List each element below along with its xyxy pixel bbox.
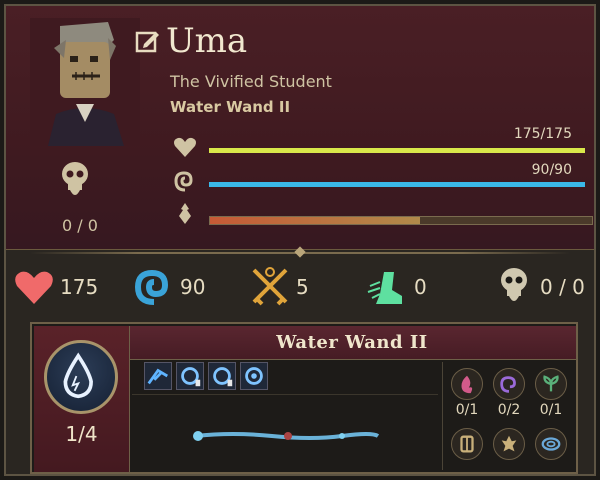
health-value: 175/175 xyxy=(513,126,572,142)
stat-attack: 5 xyxy=(248,266,309,308)
stat-attack-value: 5 xyxy=(296,275,309,299)
character-header: Uma The Vivified Student Water Wand II 1… xyxy=(6,6,594,250)
modifier-grid: 0/1 0/2 0/1 xyxy=(442,362,572,470)
modifier-slot-6[interactable] xyxy=(535,428,567,460)
modifier-value-3: 0/1 xyxy=(539,402,563,418)
wand-charges: 1/4 xyxy=(65,422,98,446)
spell-slot-4[interactable] xyxy=(240,362,268,390)
modifier-slot-1[interactable] xyxy=(451,368,483,400)
character-portrait xyxy=(30,18,140,146)
tome-icon xyxy=(460,435,474,453)
stat-speed: 0 xyxy=(366,266,427,308)
skull-counter: 0 / 0 xyxy=(62,216,98,235)
flame-icon xyxy=(501,435,517,452)
mana-bar-fill xyxy=(209,182,585,187)
character-title: The Vivified Student xyxy=(170,72,332,91)
stat-kills: 0 / 0 xyxy=(492,266,585,308)
wand-element-emblem xyxy=(44,340,118,414)
arcane-rune-icon xyxy=(500,376,516,393)
spell-slots xyxy=(144,362,268,390)
skull-icon xyxy=(62,162,88,195)
vortex-icon xyxy=(541,437,561,451)
stat-speed-value: 0 xyxy=(414,275,427,299)
mana-bar xyxy=(209,182,585,187)
weapon-panel-title: Water Wand II xyxy=(276,332,428,353)
health-bar-fill xyxy=(209,148,585,153)
stats-row: 175 90 5 0 0 / 0 xyxy=(6,258,594,316)
crossed-swords-icon xyxy=(252,267,288,306)
stat-mana: 90 xyxy=(132,266,205,308)
skull-icon xyxy=(501,268,527,301)
wand-badge[interactable]: 1/4 xyxy=(34,326,130,472)
water-spell-icon xyxy=(181,367,201,387)
winged-boot-icon xyxy=(367,272,402,304)
experience-bar-fill xyxy=(210,217,421,224)
modifier-slot-4[interactable] xyxy=(451,428,483,460)
swirl-icon xyxy=(174,171,193,192)
experience-bar xyxy=(209,216,593,225)
stat-mana-value: 90 xyxy=(180,275,206,299)
stat-kills-value: 0 / 0 xyxy=(540,275,585,299)
character-name: Uma xyxy=(166,21,248,61)
water-spell-icon xyxy=(245,367,263,385)
water-spell-icon xyxy=(213,367,233,387)
spell-slot-3[interactable] xyxy=(208,362,236,390)
modifier-slot-3[interactable] xyxy=(535,368,567,400)
equipped-weapon-name: Water Wand II xyxy=(170,98,291,116)
heart-icon xyxy=(15,271,53,304)
swirl-icon xyxy=(134,269,169,305)
fire-rune-icon xyxy=(461,375,473,394)
water-drop-icon xyxy=(63,352,93,399)
nature-rune-icon xyxy=(543,375,559,392)
modifier-value-1: 0/1 xyxy=(455,402,479,418)
modifier-value-2: 0/2 xyxy=(497,402,521,418)
corruption-icon xyxy=(179,203,191,224)
modifier-slot-2[interactable] xyxy=(493,368,525,400)
modifier-slot-5[interactable] xyxy=(493,428,525,460)
spell-slot-2[interactable] xyxy=(176,362,204,390)
mana-value: 90/90 xyxy=(531,162,572,178)
stat-health: 175 xyxy=(12,266,98,308)
water-spell-icon xyxy=(147,368,169,385)
wand-icon xyxy=(193,431,380,441)
spell-slot-1[interactable] xyxy=(144,362,172,390)
weapon-panel-header: Water Wand II xyxy=(128,326,576,360)
health-bar xyxy=(209,148,585,153)
stat-health-value: 175 xyxy=(60,275,99,299)
edit-name-icon[interactable] xyxy=(134,28,160,54)
weapon-panel: Water Wand II 1/4 0/1 0/2 0/1 xyxy=(30,322,578,474)
heart-icon xyxy=(174,137,196,157)
